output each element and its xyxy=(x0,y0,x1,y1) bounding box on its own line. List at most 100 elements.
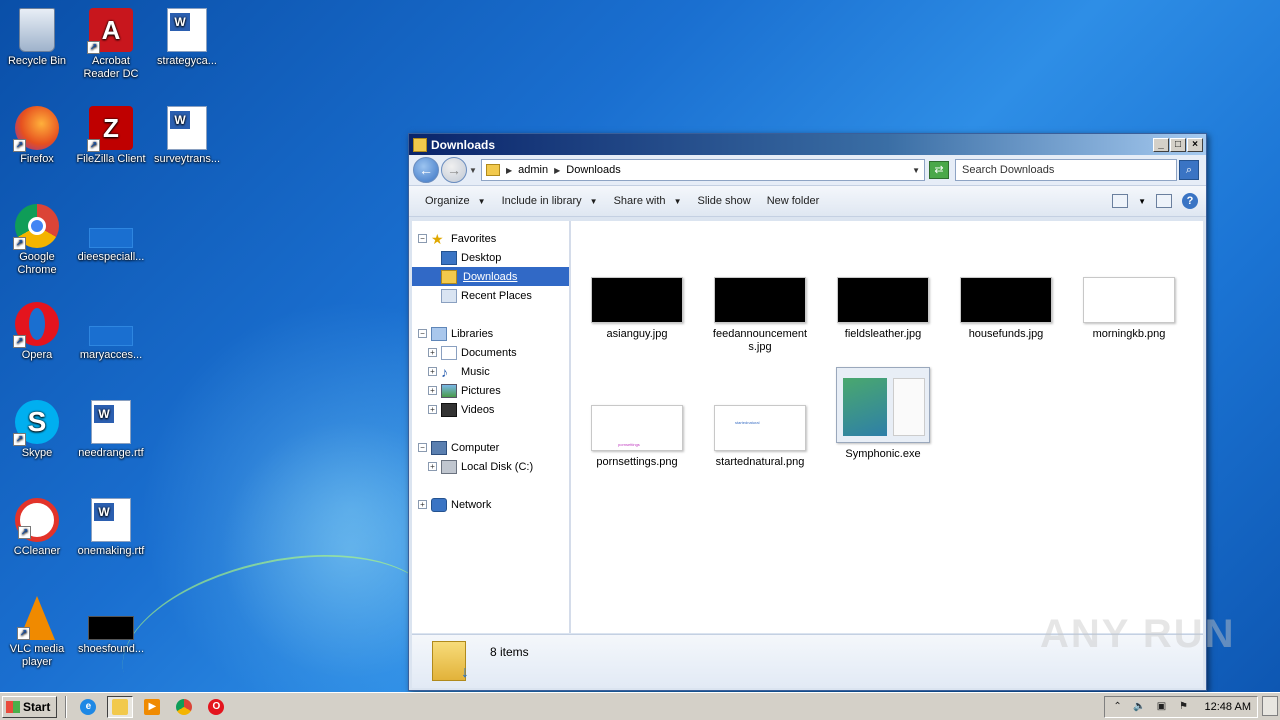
expand-icon[interactable]: + xyxy=(428,348,437,357)
desktop-icon-firefox[interactable]: ↗ Firefox xyxy=(0,106,74,166)
file-item[interactable]: morningkb.png xyxy=(1079,277,1179,341)
show-hidden-icons-icon[interactable]: ⌃ xyxy=(1111,701,1125,713)
thumbnail-text: startednatural xyxy=(735,420,760,425)
forward-button[interactable]: → xyxy=(441,157,467,183)
expand-icon[interactable]: + xyxy=(418,500,427,509)
collapse-icon[interactable]: − xyxy=(418,443,427,452)
expand-icon[interactable]: + xyxy=(428,405,437,414)
organize-button[interactable]: Organize ▼ xyxy=(417,195,494,207)
word-document-icon: W xyxy=(91,498,131,542)
minimize-button[interactable]: _ xyxy=(1153,137,1169,152)
refresh-button[interactable]: ⇄ xyxy=(929,161,949,179)
media-player-button[interactable]: ▶ xyxy=(139,696,165,718)
chevron-down-icon[interactable]: ▼ xyxy=(1138,197,1146,206)
share-with-button[interactable]: Share with ▼ xyxy=(606,195,690,207)
file-item[interactable]: fieldsleather.jpg xyxy=(833,277,933,341)
nav-desktop[interactable]: Desktop xyxy=(412,248,569,267)
back-button[interactable]: ← xyxy=(413,157,439,183)
search-icon[interactable]: ⌕ xyxy=(1179,160,1199,180)
nav-network[interactable]: + Network xyxy=(412,495,569,514)
file-item[interactable]: Symphonic.exe xyxy=(833,367,933,461)
file-item[interactable]: pornsettings pornsettings.png xyxy=(587,405,687,469)
internet-explorer-icon: e xyxy=(80,698,97,715)
desktop-icon-ccleaner[interactable]: ↗ CCleaner xyxy=(0,498,74,558)
file-explorer-button[interactable] xyxy=(107,695,134,718)
file-name: pornsettings.png xyxy=(596,456,678,468)
search-input[interactable]: Search Downloads xyxy=(955,159,1177,181)
include-in-library-button[interactable]: Include in library ▼ xyxy=(494,195,606,207)
nav-computer[interactable]: − Computer xyxy=(412,438,569,457)
volume-icon[interactable]: 🔈 xyxy=(1133,701,1147,713)
desktop-icon-recycle-bin[interactable]: Recycle Bin xyxy=(0,8,74,68)
new-folder-button[interactable]: New folder xyxy=(759,195,828,207)
network-icon[interactable]: ▣ xyxy=(1155,701,1169,713)
clock[interactable]: 12:48 AM xyxy=(1205,701,1251,713)
help-icon[interactable]: ? xyxy=(1182,193,1198,209)
nav-favorites[interactable]: − ★ Favorites xyxy=(412,229,569,248)
acrobat-reader-icon: A ↗ xyxy=(87,8,133,54)
nav-videos[interactable]: + Videos xyxy=(412,400,569,419)
opera-button[interactable]: O xyxy=(203,696,229,718)
explorer-window[interactable]: Downloads _ □ × ← → ▼ ▶ admin ▶ Download… xyxy=(408,133,1207,691)
recent-pages-dropdown[interactable]: ▼ xyxy=(469,166,479,175)
nav-local-disk[interactable]: + Local Disk (C:) xyxy=(412,457,569,476)
window-titlebar[interactable]: Downloads _ □ × xyxy=(409,134,1206,155)
desktop-icon-vlc[interactable]: ↗ VLC media player xyxy=(0,596,74,669)
maximize-button[interactable]: □ xyxy=(1170,137,1186,152)
nav-music[interactable]: + ♪ Music xyxy=(412,362,569,381)
breadcrumb-admin[interactable]: admin xyxy=(518,164,548,176)
nav-documents[interactable]: + Documents xyxy=(412,343,569,362)
file-list[interactable]: asianguy.jpg feedannouncements.jpg field… xyxy=(571,221,1203,633)
libraries-icon xyxy=(431,326,447,341)
desktop-icon-skype[interactable]: S ↗ Skype xyxy=(0,400,74,460)
chevron-down-icon[interactable]: ▼ xyxy=(912,166,920,175)
breadcrumb-downloads[interactable]: Downloads xyxy=(566,164,620,176)
collapse-icon[interactable]: − xyxy=(418,329,427,338)
preview-pane-icon[interactable] xyxy=(1156,194,1172,208)
desktop-icon-shoesfound[interactable]: shoesfound... xyxy=(74,596,148,656)
address-bar[interactable]: ▶ admin ▶ Downloads ▼ xyxy=(481,159,925,181)
internet-explorer-button[interactable]: e xyxy=(75,696,101,718)
expand-icon[interactable]: + xyxy=(428,386,437,395)
desktop-icon-chrome[interactable]: ↗ Google Chrome xyxy=(0,204,74,277)
desktop-icon-opera[interactable]: ↗ Opera xyxy=(0,302,74,362)
desktop-icon-strategyca[interactable]: W strategyca... xyxy=(150,8,224,68)
desktop-icon-filezilla[interactable]: Z ↗ FileZilla Client xyxy=(74,106,148,166)
desktop-icon xyxy=(441,250,457,265)
blank-file-icon xyxy=(89,228,133,248)
nav-downloads[interactable]: Downloads xyxy=(412,267,569,286)
file-item[interactable]: asianguy.jpg xyxy=(587,277,687,341)
file-item[interactable]: feedannouncements.jpg xyxy=(710,277,810,354)
navigation-pane[interactable]: − ★ Favorites Desktop Downloads Recent P… xyxy=(412,221,571,633)
desktop-icon-needrange[interactable]: W needrange.rtf xyxy=(74,400,148,460)
close-button[interactable]: × xyxy=(1187,137,1203,152)
chrome-button[interactable] xyxy=(171,696,197,718)
desktop-icon-dieespeciall[interactable]: dieespeciall... xyxy=(74,204,148,264)
nav-recent-places[interactable]: Recent Places xyxy=(412,286,569,305)
downloads-folder-icon: ↓ xyxy=(432,641,469,681)
show-desktop-button[interactable] xyxy=(1262,696,1278,716)
desktop-icon-onemaking[interactable]: W onemaking.rtf xyxy=(74,498,148,558)
pictures-icon xyxy=(441,383,457,398)
nav-label: Favorites xyxy=(451,232,497,245)
collapse-icon[interactable]: − xyxy=(418,234,427,243)
desktop-icon-acrobat[interactable]: A ↗ Acrobat Reader DC xyxy=(74,8,148,81)
nav-pictures[interactable]: + Pictures xyxy=(412,381,569,400)
blank-file-icon xyxy=(89,326,133,346)
start-button[interactable]: Start xyxy=(2,695,58,718)
word-document-icon: W xyxy=(167,8,207,52)
nav-libraries[interactable]: − Libraries xyxy=(412,324,569,343)
slide-show-button[interactable]: Slide show xyxy=(689,195,758,207)
word-document-icon: W xyxy=(167,106,207,150)
desktop-icon-surveytrans[interactable]: W surveytrans... xyxy=(150,106,224,166)
chevron-right-icon[interactable]: ▶ xyxy=(554,166,560,175)
file-item[interactable]: startednatural startednatural.png xyxy=(710,405,810,469)
change-view-icon[interactable] xyxy=(1112,194,1129,208)
expand-icon[interactable]: + xyxy=(428,462,437,471)
expand-icon[interactable]: + xyxy=(428,367,437,376)
chevron-right-icon[interactable]: ▶ xyxy=(506,166,512,175)
nav-label: Pictures xyxy=(461,384,501,397)
action-center-flag-icon[interactable]: ⚑ xyxy=(1177,701,1191,713)
desktop-icon-maryacces[interactable]: maryacces... xyxy=(74,302,148,362)
file-item[interactable]: housefunds.jpg xyxy=(956,277,1056,341)
